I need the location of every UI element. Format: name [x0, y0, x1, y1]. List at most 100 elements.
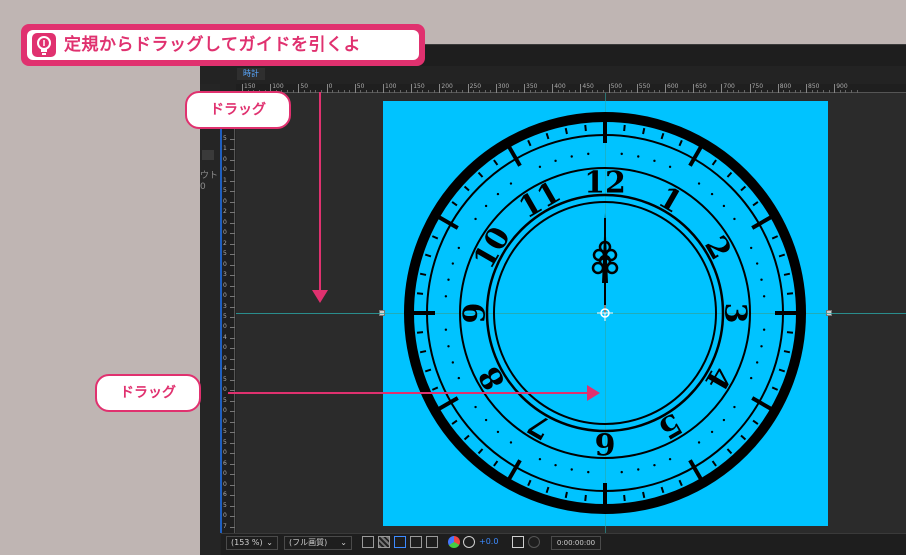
ruler-horizontal[interactable]: 150 100 50 0 50 100 150 200 250 300 350 400 450 500 55…	[236, 83, 906, 93]
ruler-tick	[230, 411, 235, 413]
ruler-tick	[230, 516, 235, 518]
ruler-label: 150	[413, 83, 425, 90]
ruler-tick	[693, 84, 695, 93]
ruler-label: 250	[469, 83, 482, 90]
timecode-field[interactable]: 0:00:00:00	[551, 536, 601, 550]
chevron-down-icon: ⌄	[266, 538, 273, 547]
ruler-tick	[230, 432, 235, 434]
guide-horizontal[interactable]	[236, 313, 906, 314]
ruler-tick	[230, 264, 235, 266]
ruler-tick	[230, 495, 235, 497]
ruler-vertical[interactable]: 1500510015020025030035040045050055060065…	[221, 93, 235, 533]
ruler-tick	[326, 84, 328, 93]
region-icon[interactable]	[394, 536, 406, 548]
ruler-tick	[230, 400, 235, 402]
ruler-label: 1	[223, 176, 227, 184]
ruler-tick	[749, 84, 751, 93]
ruler-tick	[230, 327, 235, 329]
ruler-label: 5	[223, 250, 227, 258]
ruler-label: 500	[610, 83, 623, 90]
ruler-tick	[354, 84, 356, 93]
ruler-label: 300	[497, 83, 510, 90]
page-title: 定規からドラッグしてガイドを引くよ	[64, 35, 361, 55]
left-panel-control[interactable]	[202, 150, 214, 160]
ruler-label: 600	[667, 83, 679, 90]
ruler-tick	[777, 84, 779, 93]
ruler-label: 0	[223, 449, 227, 457]
ruler-label: 4	[223, 365, 227, 373]
zoom-select[interactable]: (153 %) ⌄	[226, 536, 278, 550]
resolution-value: (フル画質)	[289, 538, 328, 547]
ruler-label: 0	[223, 512, 227, 520]
ruler-tick	[298, 84, 300, 93]
ruler-label: 5	[223, 501, 227, 509]
ruler-tick	[495, 84, 497, 93]
callout-drag-left: ドラッグ	[95, 374, 201, 412]
ruler-label: 0	[223, 229, 227, 237]
ruler-label: 0	[223, 354, 227, 362]
ruler-tick	[230, 222, 235, 224]
ruler-label: 0	[223, 155, 227, 163]
ruler-tick	[230, 159, 235, 161]
ruler-tick	[552, 84, 554, 93]
ruler-label: 0	[328, 83, 333, 90]
ruler-label: 5	[223, 313, 227, 320]
ruler-label: 0	[223, 417, 227, 425]
ruler-label: 1	[223, 145, 227, 153]
ruler-tick	[230, 212, 235, 214]
ruler-label: 400	[554, 83, 566, 90]
left-panel-value: 0	[200, 182, 206, 192]
ruler-tick	[230, 285, 235, 287]
ruler-tick	[806, 84, 807, 93]
ruler-label: 50	[356, 83, 365, 90]
exposure-reset-icon[interactable]	[463, 536, 475, 548]
ruler-label: 6	[223, 459, 227, 467]
ruler-label: 0	[223, 197, 227, 205]
ruler-label: 5	[223, 187, 227, 195]
ruler-label: 900	[836, 83, 848, 90]
mask-icon[interactable]	[362, 536, 374, 548]
chevron-down-icon: ⌄	[340, 538, 347, 547]
ruler-tick	[580, 84, 582, 93]
ruler-label: 2	[223, 239, 227, 247]
ruler-tick	[230, 275, 235, 277]
guide-vertical[interactable]	[605, 93, 606, 533]
ruler-label: 0	[223, 407, 227, 415]
ruler-tick	[230, 369, 235, 371]
ruler-tick	[230, 390, 235, 392]
exposure-value[interactable]: +0.0	[479, 536, 498, 548]
ruler-label: 650	[695, 83, 707, 90]
ruler-label: 0	[223, 292, 227, 300]
show-snapshot-icon[interactable]	[528, 536, 540, 548]
ruler-tick	[230, 505, 235, 507]
ruler-tick	[230, 180, 235, 182]
color-channel-icon[interactable]	[448, 536, 460, 548]
ruler-label: 150	[244, 83, 256, 90]
safe-zone-icon[interactable]	[410, 536, 422, 548]
ruler-label: 6	[223, 491, 227, 499]
ruler-label: 0	[223, 344, 227, 352]
ruler-tick	[230, 201, 235, 203]
ruler-label: 5	[223, 428, 227, 436]
ruler-label: 550	[638, 83, 651, 90]
ruler-label: 100	[385, 83, 397, 90]
ruler-tick	[608, 84, 610, 93]
ruler-label: 50	[300, 83, 309, 90]
lightbulb-icon	[32, 33, 56, 57]
grid-icon[interactable]	[426, 536, 438, 548]
ruler-tick	[230, 358, 235, 360]
ruler-label: 0	[223, 323, 227, 331]
ruler-label: 350	[526, 83, 538, 90]
tab-composition[interactable]: 時計	[237, 68, 265, 80]
callout-drag-top: ドラッグ	[185, 91, 291, 129]
ruler-tick	[383, 84, 384, 93]
ruler-tick	[230, 170, 235, 172]
ruler-label: 700	[723, 83, 735, 90]
ruler-tick	[230, 453, 235, 455]
resolution-select[interactable]: (フル画質) ⌄	[284, 536, 352, 550]
ruler-tick	[230, 317, 235, 318]
transparency-grid-icon[interactable]	[378, 536, 390, 548]
ruler-label: 3	[223, 271, 227, 279]
ruler-tick	[230, 306, 235, 308]
snapshot-icon[interactable]	[512, 536, 524, 548]
